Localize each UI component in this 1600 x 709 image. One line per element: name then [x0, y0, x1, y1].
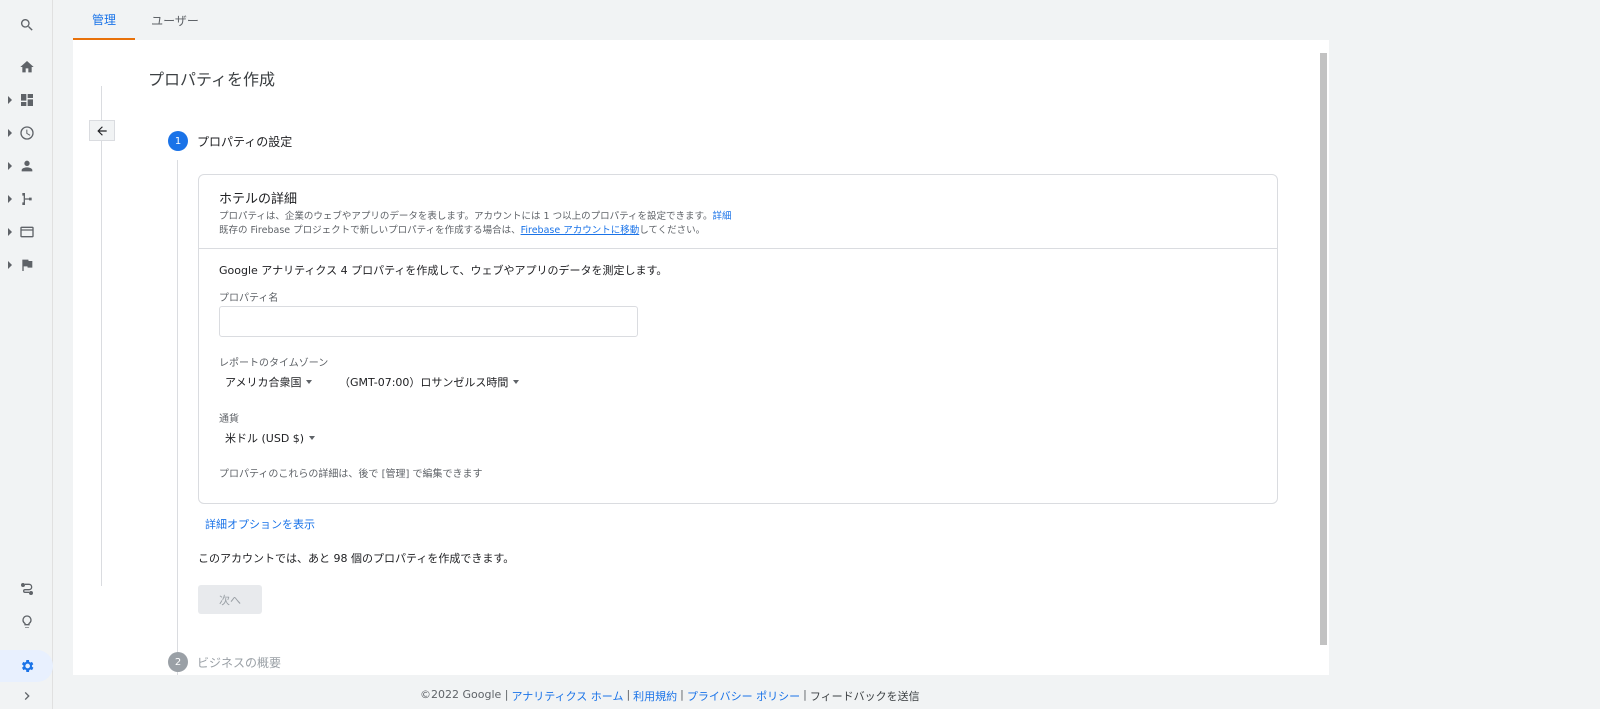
edit-later-note: プロパティのこれらの詳細は、後で [管理] で編集できます	[219, 469, 483, 480]
clock-icon	[19, 126, 34, 140]
rail-realtime[interactable]	[0, 118, 53, 148]
footer-analytics-home-link[interactable]: アナリティクス ホーム	[511, 688, 623, 704]
lightbulb-icon	[21, 615, 32, 628]
home-icon	[19, 61, 34, 73]
show-advanced-options-link[interactable]: 詳細オプションを表示	[205, 516, 315, 532]
step-2-number: 2	[168, 652, 188, 672]
currency-label: 通貨	[219, 414, 239, 425]
rail-insights[interactable]	[0, 607, 53, 637]
country-select[interactable]: アメリカ合衆国	[225, 374, 313, 390]
caret-icon	[8, 228, 12, 236]
content-panel: プロパティを作成 1 プロパティの設定 ホテルの詳細 プロパティは、企業のウェブ…	[73, 40, 1329, 675]
stepper-line	[177, 160, 178, 675]
dropdown-arrow-icon	[513, 380, 520, 384]
scrollbar[interactable]	[1320, 53, 1327, 645]
caret-icon	[8, 261, 12, 269]
dropdown-arrow-icon	[309, 436, 316, 440]
rail-acquisition[interactable]	[0, 184, 53, 214]
card-description-2: 既存の Firebase プロジェクトで新しいプロパティを作成する場合は、Fir…	[219, 222, 705, 236]
footer-feedback-link[interactable]: フィードバックを送信	[810, 688, 920, 704]
card-icon	[19, 226, 34, 238]
currency-value: 米ドル (USD $)	[225, 432, 305, 445]
desc-1-text: プロパティは、企業のウェブやアプリのデータを表します。アカウントには 1 つ以上…	[219, 211, 713, 222]
search-icon	[20, 19, 33, 31]
next-button[interactable]: 次へ	[198, 585, 262, 614]
footer: ©2022 Google | アナリティクス ホーム | 利用規約 | プライバ…	[420, 688, 920, 704]
rail-audience[interactable]	[0, 151, 53, 181]
rail-search[interactable]	[0, 10, 53, 40]
footer-privacy-link[interactable]: プライバシー ポリシー	[687, 688, 800, 704]
tab-users[interactable]: ユーザー	[135, 0, 215, 40]
caret-icon	[8, 129, 12, 137]
property-name-input[interactable]	[219, 306, 638, 337]
firebase-link[interactable]: Firebase アカウントに移動	[521, 225, 640, 236]
footer-terms-link[interactable]: 利用規約	[633, 688, 677, 704]
rail-behavior[interactable]	[0, 217, 53, 247]
rail-home[interactable]	[0, 52, 53, 82]
card-header: ホテルの詳細 プロパティは、企業のウェブやアプリのデータを表します。アカウントに…	[199, 175, 1277, 249]
caret-icon	[8, 162, 12, 170]
chevron-right-icon	[24, 692, 30, 700]
rail-reports-snapshot[interactable]	[0, 85, 53, 115]
rail-expand[interactable]	[0, 685, 53, 707]
back-button[interactable]	[89, 120, 115, 141]
rail-admin[interactable]	[0, 651, 53, 681]
left-rail	[0, 0, 53, 709]
settings-icon	[21, 660, 33, 672]
desc-2-post: してください。	[639, 225, 706, 236]
step-2-title: ビジネスの概要	[197, 656, 282, 670]
footer-separator: |	[680, 688, 684, 701]
learn-more-link[interactable]: 詳細	[713, 211, 732, 222]
dashboard-icon	[20, 94, 33, 106]
tab-bar: 管理 ユーザー	[73, 0, 1329, 40]
dropdown-arrow-icon	[306, 380, 313, 384]
caret-icon	[8, 195, 12, 203]
rail-conversions[interactable]	[0, 250, 53, 280]
route-icon	[20, 583, 33, 595]
caret-icon	[8, 96, 12, 104]
step-1-title: プロパティの設定	[197, 135, 293, 149]
tab-admin[interactable]: 管理	[73, 0, 135, 40]
card-title: ホテルの詳細	[219, 192, 298, 207]
timezone-select[interactable]: （GMT-07:00）ロサンゼルス時間	[339, 374, 520, 390]
person-icon	[21, 160, 32, 172]
card-description-1: プロパティは、企業のウェブやアプリのデータを表します。アカウントには 1 つ以上…	[219, 208, 732, 222]
timezone-label: レポートのタイムゾーン	[219, 358, 329, 369]
share-icon	[21, 193, 32, 205]
remaining-properties-text: このアカウントでは、あと 98 個のプロパティを作成できます。	[198, 552, 515, 565]
rail-attribution[interactable]	[0, 574, 53, 604]
page-title: プロパティを作成	[148, 70, 276, 89]
country-value: アメリカ合衆国	[225, 376, 302, 389]
divider-line	[101, 86, 102, 586]
desc-2-pre: 既存の Firebase プロジェクトで新しいプロパティを作成する場合は、	[219, 225, 521, 236]
footer-separator: |	[803, 688, 807, 701]
ga4-intro: Google アナリティクス 4 プロパティを作成して、ウェブやアプリのデータを…	[219, 264, 668, 277]
property-name-label: プロパティ名	[219, 293, 279, 304]
arrow-left-icon	[97, 125, 107, 136]
timezone-value: （GMT-07:00）ロサンゼルス時間	[339, 376, 509, 389]
flag-icon	[21, 259, 32, 271]
property-details-card: ホテルの詳細 プロパティは、企業のウェブやアプリのデータを表します。アカウントに…	[198, 174, 1278, 504]
footer-copyright: ©2022 Google |	[420, 688, 509, 701]
step-1-number: 1	[168, 131, 188, 151]
currency-select[interactable]: 米ドル (USD $)	[225, 430, 316, 446]
footer-separator: |	[626, 688, 631, 701]
